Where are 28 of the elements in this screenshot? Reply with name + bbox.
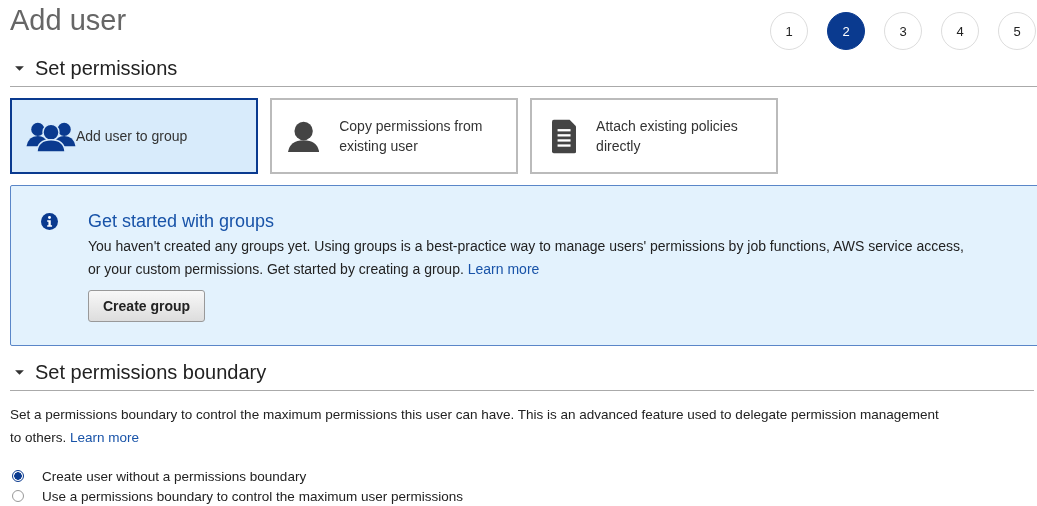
step-indicator[interactable]: 5 bbox=[998, 12, 1036, 50]
radio-label[interactable]: Use a permissions boundary to control the maximum user permissions bbox=[42, 488, 463, 504]
radio-button[interactable] bbox=[12, 470, 24, 482]
option-card[interactable]: Add user to group bbox=[10, 98, 258, 174]
option-label: Copy permissions from existing user bbox=[339, 117, 484, 156]
option-card[interactable]: Attach existing policies directly bbox=[530, 98, 778, 174]
option-label: Attach existing policies directly bbox=[596, 117, 739, 156]
option-card[interactable]: Copy permissions from existing user bbox=[270, 98, 518, 174]
info-text: You haven't created any groups yet. Using groups is a best-practice way to manage users' permissions by job functions, AWS service access, or your custom permissions. Get started by creating a group. Learn more bbox=[88, 237, 965, 279]
learn-more-link[interactable]: Learn more bbox=[70, 430, 140, 445]
radio-label[interactable]: Create user without a permissions boundary bbox=[42, 468, 307, 484]
document-icon bbox=[552, 118, 577, 154]
section-heading: Set permissions bbox=[35, 56, 178, 80]
step-indicator[interactable]: 1 bbox=[770, 12, 808, 50]
page-title: Add user bbox=[10, 4, 127, 37]
info-title: Get started with groups bbox=[88, 211, 276, 232]
section-heading: Set permissions boundary bbox=[35, 360, 267, 384]
people-icon bbox=[26, 120, 76, 152]
step-indicator[interactable]: 3 bbox=[884, 12, 922, 50]
person-icon bbox=[288, 119, 320, 153]
radio-button[interactable] bbox=[12, 490, 24, 502]
step-indicator[interactable]: 4 bbox=[941, 12, 979, 50]
learn-more-link[interactable]: Learn more bbox=[467, 261, 540, 277]
create-group-button[interactable]: Create group bbox=[88, 290, 206, 322]
boundary-description: Set a permissions boundary to control the maximum permissions this user can have. This is an advanced feature used to delegate permission management to others. Learn more bbox=[10, 406, 940, 447]
info-icon bbox=[41, 213, 58, 230]
step-indicator[interactable]: 2 bbox=[827, 12, 865, 50]
option-label: Add user to group bbox=[76, 127, 188, 146]
